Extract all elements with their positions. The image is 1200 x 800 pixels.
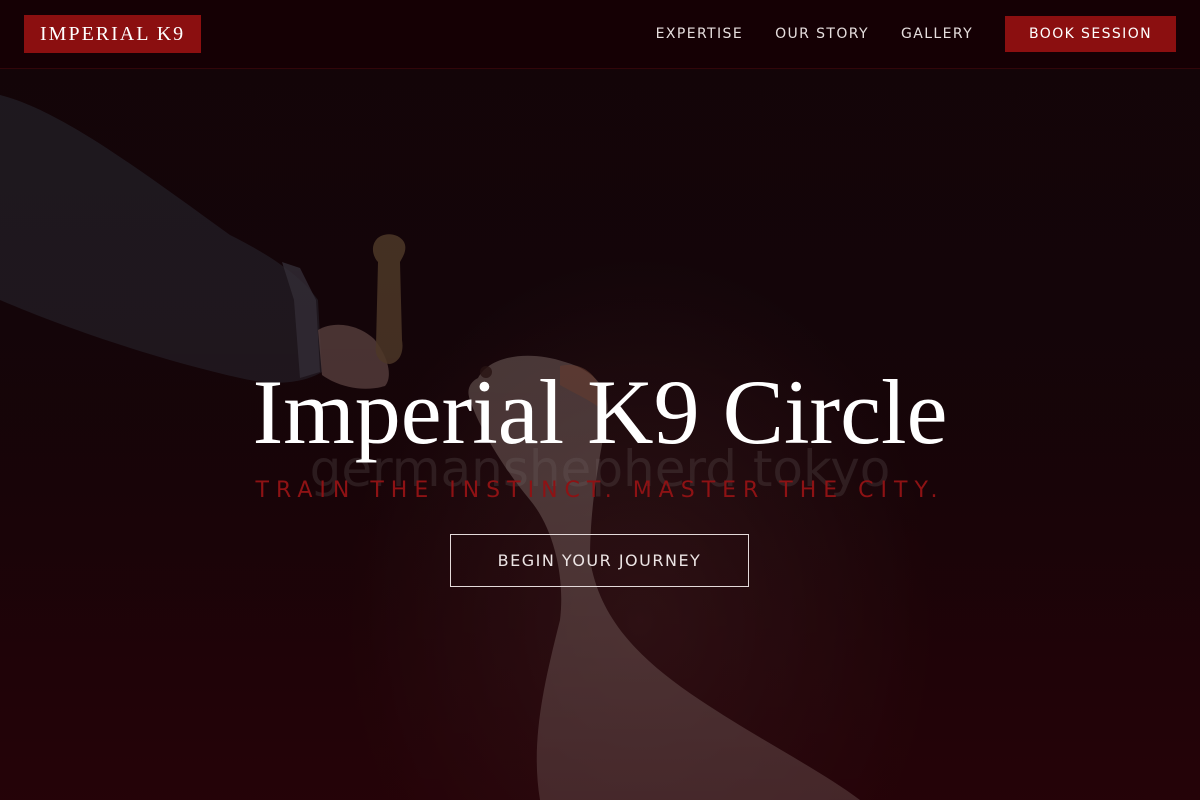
page: germanshepherd tokyo IMPERIAL K9 EXPERTI… bbox=[0, 0, 1200, 800]
site-header: IMPERIAL K9 EXPERTISE OUR STORY GALLERY … bbox=[0, 0, 1200, 69]
site-logo[interactable]: IMPERIAL K9 bbox=[24, 15, 202, 53]
hero-subtitle: TRAIN THE INSTINCT. MASTER THE CITY. bbox=[255, 478, 945, 503]
begin-journey-button[interactable]: BEGIN YOUR JOURNEY bbox=[450, 534, 749, 587]
nav-link-expertise[interactable]: EXPERTISE bbox=[656, 26, 743, 42]
nav-link-gallery[interactable]: GALLERY bbox=[901, 26, 973, 42]
main-nav: EXPERTISE OUR STORY GALLERY BOOK SESSION bbox=[656, 16, 1176, 52]
book-session-button[interactable]: BOOK SESSION bbox=[1005, 16, 1176, 52]
hero-title: Imperial K9 Circle bbox=[252, 361, 948, 463]
nav-link-our-story[interactable]: OUR STORY bbox=[775, 26, 869, 42]
